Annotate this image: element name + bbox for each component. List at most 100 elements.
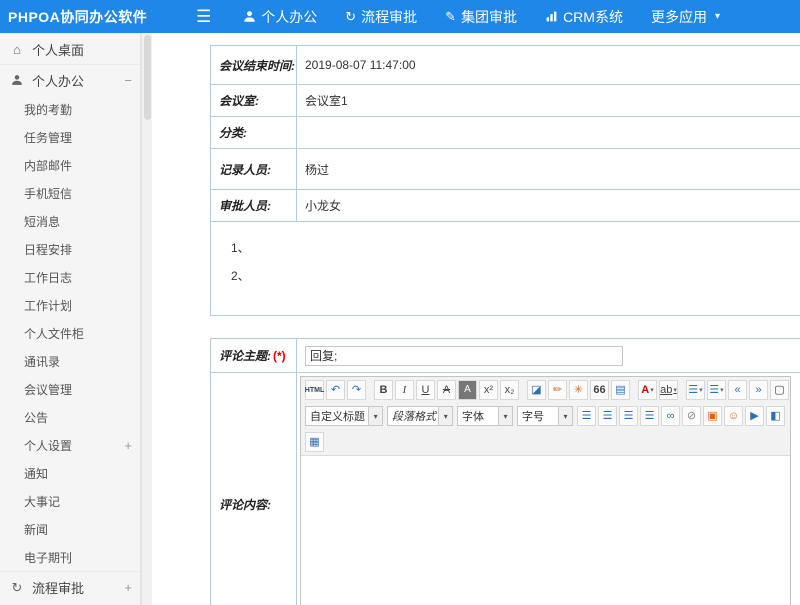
expand-icon[interactable]: + <box>124 580 132 595</box>
nav-personal-office[interactable]: 个人办公 <box>243 7 317 27</box>
sidebar-item-personal-office[interactable]: 个人办公− <box>0 64 140 95</box>
top-navigation: ☰ 个人办公 ↻ 流程审批 ✎ 集团审批 CRM系统 更多应用 ▾ <box>196 7 720 27</box>
align-justify-icon[interactable]: ☰ <box>640 406 659 426</box>
sidebar-item-memorabilia[interactable]: 大事记 <box>0 487 140 515</box>
undo-icon[interactable]: ↶ <box>326 380 345 400</box>
sidebar-item-label: 个人设置 <box>24 437 124 454</box>
align-left-icon[interactable]: ☰ <box>577 406 596 426</box>
format-brush-icon[interactable]: ✏ <box>548 380 567 400</box>
select-value: 自定义标题 <box>306 408 368 424</box>
font-color-icon[interactable]: A▾ <box>638 380 657 400</box>
editor-content-area[interactable] <box>301 456 790 605</box>
select-value: 字体 <box>458 408 488 424</box>
nav-workflow-approval[interactable]: ↻ 流程审批 <box>345 7 417 27</box>
blockquote-icon[interactable]: 66 <box>590 380 609 400</box>
field-value-approver: 小龙女 <box>297 190 800 221</box>
heading-style-select[interactable]: 自定义标题 ▾ <box>305 406 383 426</box>
desktop-icon: ⌂ <box>10 43 24 56</box>
label-text: 评论主题: <box>219 347 271 364</box>
sidebar-item-mobile-sms[interactable]: 手机短信 <box>0 179 140 207</box>
sidebar-item-news[interactable]: 新闻 <box>0 515 140 543</box>
sidebar-item-contacts[interactable]: 通讯录 <box>0 347 140 375</box>
unordered-list-icon[interactable]: ☰▾ <box>707 380 726 400</box>
sidebar-item-label: 公告 <box>24 409 132 426</box>
sidebar-item-short-message[interactable]: 短消息 <box>0 207 140 235</box>
sidebar-item-work-log[interactable]: 工作日志 <box>0 263 140 291</box>
emoticon-icon[interactable]: ☺ <box>724 406 743 426</box>
media-icon[interactable]: ▶ <box>745 406 764 426</box>
font-family-select[interactable]: 字体 ▾ <box>457 406 513 426</box>
new-document-icon[interactable]: ▢ <box>770 380 789 400</box>
sidebar-item-e-journal[interactable]: 电子期刊 <box>0 543 140 571</box>
field-label-meeting-end-time: 会议结束时间: <box>211 46 297 84</box>
sidebar-item-meeting-management[interactable]: 会议管理 <box>0 375 140 403</box>
align-right-icon[interactable]: ☰ <box>619 406 638 426</box>
sidebar-item-file-cabinet[interactable]: 个人文件柜 <box>0 319 140 347</box>
sidebar-item-workflow-approval[interactable]: ↻流程审批+ <box>0 571 140 602</box>
caret-down-icon: ▾ <box>558 407 572 425</box>
field-label-category: 分类: <box>211 117 297 148</box>
required-mark: (*) <box>273 349 286 363</box>
sidebar-item-schedule[interactable]: 日程安排 <box>0 235 140 263</box>
caret-down-icon: ▾ <box>438 407 452 425</box>
comment-form-table: 评论主题: (*) 评论内容: HTML↶↷BIUAAx²x₂◪✏✳66▤A▾a… <box>210 338 800 605</box>
process-icon: ↻ <box>10 581 24 594</box>
editor-toolbar-row2: 自定义标题 ▾ 段落格式 ▾ 字体 ▾ 字号 ▾ <box>301 403 790 429</box>
editor-toolbar-row3: ▦ <box>301 429 790 456</box>
image-icon[interactable]: ▣ <box>703 406 722 426</box>
nav-label: 流程审批 <box>361 7 417 27</box>
save-icon[interactable]: ◧ <box>766 406 785 426</box>
source-code-icon[interactable]: HTML <box>305 380 324 400</box>
highlight-color-icon[interactable]: ab▾ <box>659 380 678 400</box>
expand-icon[interactable]: + <box>124 438 132 453</box>
caret-down-icon: ▾ <box>368 407 382 425</box>
rich-text-editor: HTML↶↷BIUAAx²x₂◪✏✳66▤A▾ab▾☰▾☰▾«»▢ 自定义标题 … <box>300 376 791 605</box>
bold-icon[interactable]: B <box>374 380 393 400</box>
nav-crm-system[interactable]: CRM系统 <box>545 7 623 27</box>
select-value: 段落格式 <box>388 408 438 424</box>
field-value-recorder: 杨过 <box>297 149 800 189</box>
table-row: 评论主题: (*) <box>211 339 800 373</box>
field-value-category <box>297 117 800 148</box>
subscript-icon[interactable]: x₂ <box>500 380 519 400</box>
nav-group-approval[interactable]: ✎ 集团审批 <box>445 7 517 27</box>
font-style-icon[interactable]: A <box>458 380 477 400</box>
strikethrough-icon[interactable]: A <box>437 380 456 400</box>
indent-icon[interactable]: » <box>749 380 768 400</box>
unlink-icon[interactable]: ⊘ <box>682 406 701 426</box>
sidebar-item-tasks[interactable]: 任务管理 <box>0 123 140 151</box>
sidebar-item-personal-settings[interactable]: 个人设置+ <box>0 431 140 459</box>
comment-subject-input[interactable] <box>305 346 623 366</box>
italic-icon[interactable]: I <box>395 380 414 400</box>
underline-icon[interactable]: U <box>416 380 435 400</box>
sidebar-scrollbar[interactable] <box>141 33 152 605</box>
sidebar-item-label: 通知 <box>24 465 132 482</box>
superscript-icon[interactable]: x² <box>479 380 498 400</box>
sidebar-item-desktop[interactable]: ⌂个人桌面 <box>0 33 140 64</box>
menu-icon[interactable]: ☰ <box>196 7 211 27</box>
sidebar-item-attendance[interactable]: 我的考勤 <box>0 95 140 123</box>
sidebar-menu: ⌂个人桌面个人办公−我的考勤任务管理内部邮件手机短信短消息日程安排工作日志工作计… <box>0 33 141 605</box>
remove-format-icon[interactable]: ◪ <box>527 380 546 400</box>
scrollbar-thumb[interactable] <box>144 35 151 120</box>
sidebar-item-notification[interactable]: 通知 <box>0 459 140 487</box>
redo-icon[interactable]: ↷ <box>347 380 366 400</box>
sidebar-item-announcement[interactable]: 公告 <box>0 403 140 431</box>
ordered-list-icon[interactable]: ☰▾ <box>686 380 705 400</box>
template-icon[interactable]: ▤ <box>611 380 630 400</box>
sidebar-item-internal-mail[interactable]: 内部邮件 <box>0 151 140 179</box>
link-icon[interactable]: ∞ <box>661 406 680 426</box>
outdent-icon[interactable]: « <box>728 380 747 400</box>
sidebar-item-work-plan[interactable]: 工作计划 <box>0 291 140 319</box>
sidebar-item-label: 通讯录 <box>24 353 132 370</box>
font-size-select[interactable]: 字号 ▾ <box>517 406 573 426</box>
clear-style-icon[interactable]: ✳ <box>569 380 588 400</box>
align-center-icon[interactable]: ☰ <box>598 406 617 426</box>
nav-more-apps[interactable]: 更多应用 ▾ <box>651 7 720 27</box>
table-icon[interactable]: ▦ <box>305 432 324 452</box>
main-content: 会议结束时间: 2019-08-07 11:47:00 会议室: 会议室1 分类… <box>152 33 800 605</box>
paragraph-format-select[interactable]: 段落格式 ▾ <box>387 406 453 426</box>
collapse-icon[interactable]: − <box>124 73 132 88</box>
caret-down-icon: ▾ <box>715 11 720 22</box>
sidebar-item-label: 个人文件柜 <box>24 325 132 342</box>
